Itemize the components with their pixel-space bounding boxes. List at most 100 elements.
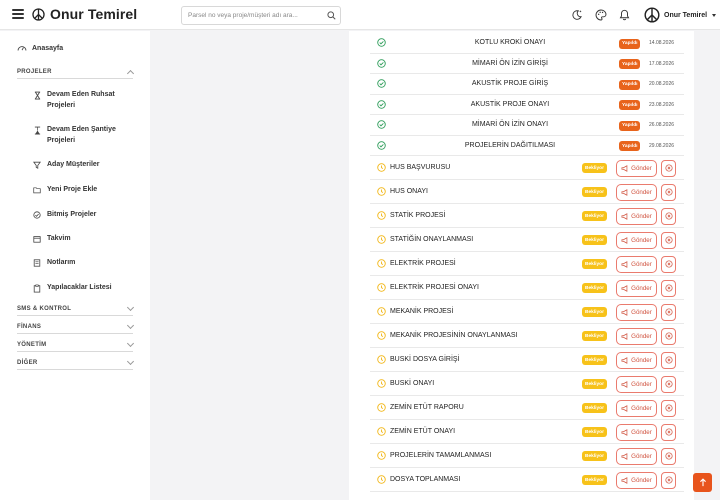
- close-circle-icon: [664, 332, 673, 340]
- task-title: AKUSTİK PROJE ONAYI: [470, 100, 550, 108]
- delete-button[interactable]: [661, 351, 676, 369]
- check-circle-icon: [376, 120, 386, 130]
- megaphone-icon: [621, 188, 628, 196]
- task-row-done: PROJELERİN DAĞITILMASI Yapıldı 29.08.202…: [370, 136, 684, 156]
- delete-button[interactable]: [661, 423, 676, 441]
- section-label: YÖNETİM: [17, 341, 47, 348]
- task-title: MİMARİ ÖN İZİN ONAYI: [471, 121, 549, 129]
- user-menu[interactable]: Onur Temirel: [644, 7, 717, 23]
- delete-button[interactable]: [661, 279, 676, 297]
- delete-button[interactable]: [661, 159, 676, 177]
- sidebar-item-notlarim[interactable]: Notlarım: [33, 257, 127, 268]
- sidebar-item-yapilacaklar[interactable]: Yapılacaklar Listesi: [33, 282, 127, 293]
- task-row-waiting: STATİĞİN ONAYLANMASI Bekliyor Gönder: [370, 228, 684, 252]
- send-label: Gönder: [631, 332, 652, 340]
- delete-button[interactable]: [661, 327, 676, 345]
- search-input[interactable]: [182, 7, 322, 24]
- send-label: Gönder: [631, 404, 652, 412]
- task-date: 26.08.2026: [649, 122, 675, 128]
- send-button[interactable]: Gönder: [616, 327, 657, 345]
- send-button[interactable]: Gönder: [616, 159, 657, 177]
- theme-toggle-button[interactable]: [570, 8, 584, 22]
- check-circle-icon: [376, 79, 386, 89]
- sidebar-item-santiye[interactable]: Devam Eden Şantiye Projeleri: [33, 124, 127, 146]
- section-yonetim[interactable]: YÖNETİM: [17, 338, 135, 352]
- delete-button[interactable]: [661, 447, 676, 465]
- status-badge: Bekliyor: [582, 475, 607, 485]
- send-button[interactable]: Gönder: [616, 279, 657, 297]
- send-button[interactable]: Gönder: [616, 255, 657, 273]
- send-button[interactable]: Gönder: [616, 183, 657, 201]
- status-badge: Bekliyor: [582, 163, 607, 173]
- task-row-done: AKUSTİK PROJE GİRİŞ Yapıldı 20.08.2026: [370, 74, 684, 95]
- close-circle-icon: [664, 188, 673, 196]
- hourglass-icon: [33, 90, 41, 100]
- search-button[interactable]: [322, 7, 340, 24]
- clock-icon: [376, 259, 386, 269]
- brand-logo[interactable]: Onur Temirel: [32, 6, 137, 22]
- send-button[interactable]: Gönder: [616, 423, 657, 441]
- delete-button[interactable]: [661, 375, 676, 393]
- send-label: Gönder: [631, 380, 652, 388]
- send-label: Gönder: [631, 188, 652, 196]
- clipboard-icon: [33, 283, 41, 293]
- send-button[interactable]: Gönder: [616, 375, 657, 393]
- close-circle-icon: [664, 260, 673, 268]
- sidebar-item-label: Bitmiş Projeler: [47, 211, 97, 218]
- close-circle-icon: [664, 476, 673, 484]
- delete-button[interactable]: [661, 183, 676, 201]
- task-row-waiting: DOSYA TOPLANMASI Bekliyor Gönder: [370, 468, 684, 492]
- sidebar-item-home[interactable]: Anasayfa: [17, 44, 63, 52]
- notifications-button[interactable]: [617, 8, 631, 22]
- scroll-to-top-button[interactable]: [693, 473, 712, 492]
- palette-button[interactable]: [594, 8, 608, 22]
- send-label: Gönder: [631, 284, 652, 292]
- send-label: Gönder: [631, 164, 652, 172]
- sidebar-item-bitmis[interactable]: Bitmiş Projeler: [33, 209, 127, 220]
- send-button[interactable]: Gönder: [616, 207, 657, 225]
- chevron-down-icon: [126, 321, 135, 329]
- brand-name: Onur Temirel: [50, 6, 138, 22]
- delete-button[interactable]: [661, 231, 676, 249]
- chevron-down-icon: [126, 339, 135, 347]
- delete-button[interactable]: [661, 471, 676, 489]
- task-title: KOTLU KROKİ ONAYI: [474, 39, 546, 47]
- megaphone-icon: [621, 404, 628, 412]
- sidebar-item-aday[interactable]: Aday Müşteriler: [33, 159, 127, 170]
- sidebar-item-yeni-proje[interactable]: Yeni Proje Ekle: [33, 184, 127, 195]
- section-projeler[interactable]: PROJELER: [17, 65, 135, 79]
- sidebar-item-label: Yapılacaklar Listesi: [47, 284, 112, 291]
- send-button[interactable]: Gönder: [616, 447, 657, 465]
- user-name: Onur Temirel: [664, 11, 708, 19]
- peace-logo-icon: [32, 7, 45, 21]
- sidebar-item-ruhsat[interactable]: Devam Eden Ruhsat Projeleri: [33, 89, 127, 111]
- sidebar-item-takvim[interactable]: Takvim: [33, 233, 127, 244]
- section-diger[interactable]: DİĞER: [17, 356, 135, 370]
- task-row-done: AKUSTİK PROJE ONAYI Yapıldı 23.08.2026: [370, 95, 684, 115]
- send-button[interactable]: Gönder: [616, 351, 657, 369]
- send-button[interactable]: Gönder: [616, 471, 657, 489]
- task-row-waiting: BUSKİ DOSYA GİRİŞİ Bekliyor Gönder: [370, 348, 684, 372]
- section-finans[interactable]: FİNANS: [17, 320, 135, 334]
- sidebar-item-label: Devam Eden Ruhsat Projeleri: [47, 91, 115, 109]
- send-button[interactable]: Gönder: [616, 231, 657, 249]
- chevron-down-icon: [712, 13, 717, 17]
- status-badge: Yapıldı: [619, 38, 641, 49]
- menu-toggle-icon[interactable]: [12, 9, 24, 19]
- send-button[interactable]: Gönder: [616, 303, 657, 321]
- delete-button[interactable]: [661, 399, 676, 417]
- status-badge: Bekliyor: [582, 211, 607, 221]
- delete-button[interactable]: [661, 255, 676, 273]
- section-sms-kontrol[interactable]: SMS & KONTROL: [17, 302, 135, 316]
- filter-icon: [33, 160, 41, 170]
- send-button[interactable]: Gönder: [616, 399, 657, 417]
- status-badge: Bekliyor: [582, 379, 607, 389]
- clock-icon: [376, 283, 386, 293]
- delete-button[interactable]: [661, 303, 676, 321]
- status-badge: Yapıldı: [619, 59, 641, 69]
- megaphone-icon: [621, 380, 628, 388]
- send-label: Gönder: [631, 452, 652, 460]
- task-title: AKUSTİK PROJE GİRİŞ: [471, 80, 549, 88]
- task-row-waiting: MEKANİK PROJESİNİN ONAYLANMASI Bekliyor …: [370, 324, 684, 348]
- delete-button[interactable]: [661, 207, 676, 225]
